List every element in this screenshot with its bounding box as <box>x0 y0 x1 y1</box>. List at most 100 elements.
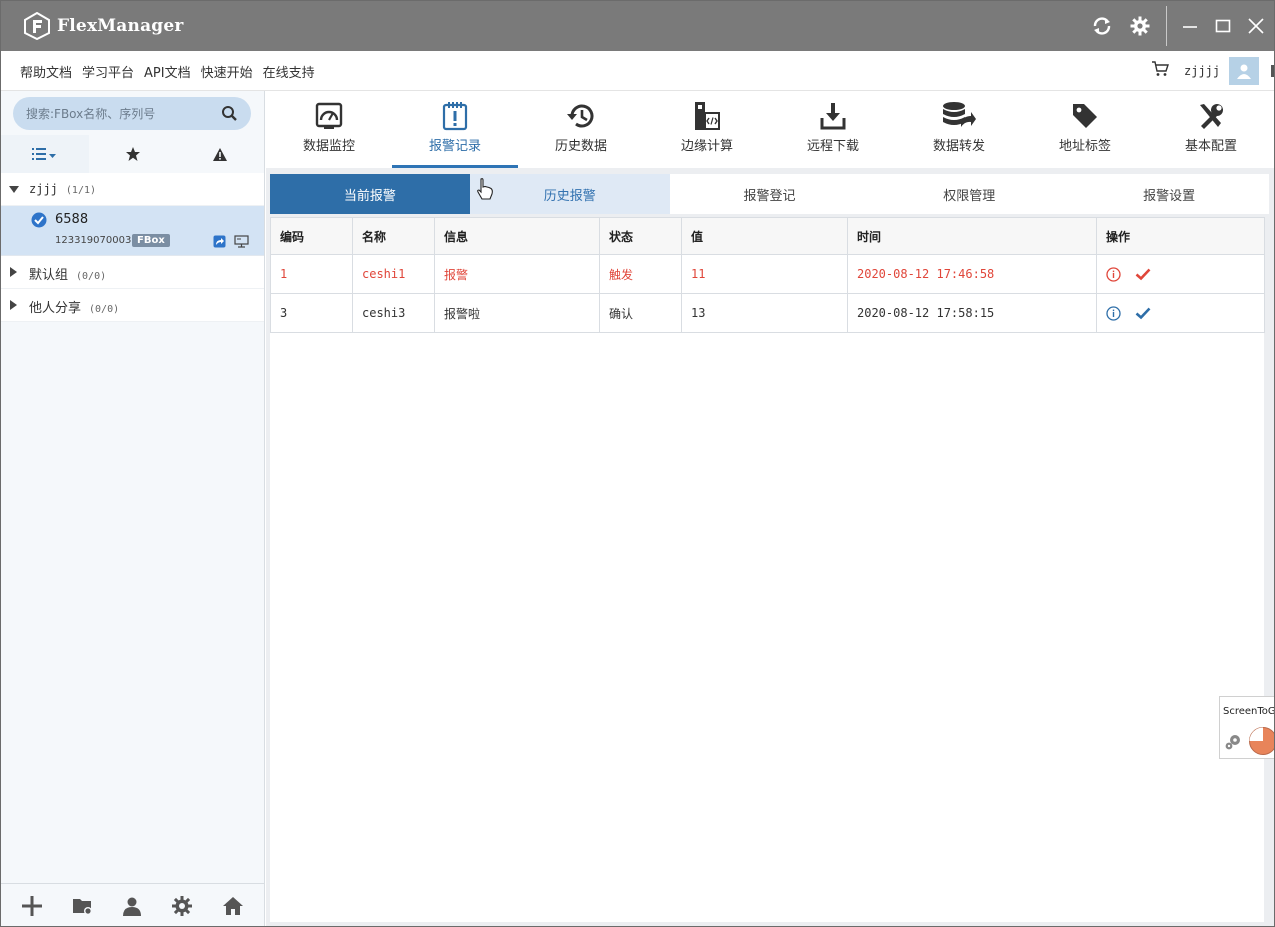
cell-value: 11 <box>681 254 848 294</box>
cell-value: 13 <box>681 293 848 333</box>
close-icon[interactable] <box>1244 14 1268 38</box>
list-icon <box>31 148 56 160</box>
device-item[interactable]: 6588 123319070003 FBox <box>1 206 264 256</box>
tab-history-alarms[interactable]: 历史报警 <box>469 174 670 214</box>
confirm-check-icon[interactable] <box>1135 306 1151 320</box>
link-help-docs[interactable]: 帮助文档 <box>20 62 72 81</box>
tool-label: 基本配置 <box>1184 139 1237 154</box>
share-icon[interactable] <box>213 235 226 248</box>
tree-group-shared[interactable]: 他人分享 (0/0) <box>1 289 264 322</box>
cell-status: 触发 <box>599 254 682 294</box>
settings-gear-icon[interactable] <box>1128 14 1152 38</box>
app-title: FlexManager <box>57 16 184 36</box>
cell-name: ceshi1 <box>352 254 435 294</box>
column-header: 名称 <box>352 217 435 255</box>
column-header: 操作 <box>1096 217 1265 255</box>
cell-actions <box>1096 254 1265 294</box>
feature-toolbar: 数据监控 报警记录 历史数据 边缘计算 远程下载 数据转发 地址标签 基本配置 <box>266 91 1274 168</box>
tools-wrench-icon <box>1200 104 1223 129</box>
flexmanager-logo-icon <box>24 12 50 40</box>
gear-icon[interactable] <box>1224 731 1244 751</box>
tab-alarms[interactable] <box>176 135 264 173</box>
search-icon[interactable] <box>221 105 238 122</box>
screentogif-widget[interactable]: ScreenToGi <box>1219 696 1274 759</box>
info-icon[interactable] <box>1106 266 1121 282</box>
alarm-table-area: 编码 名称 信息 状态 值 时间 操作 1 ceshi1 报警 触发 11 20… <box>270 217 1265 922</box>
title-bar: FlexManager <box>1 1 1274 51</box>
group-name: 他人分享 <box>29 301 82 316</box>
column-header: 值 <box>681 217 848 255</box>
tab-current-alarms[interactable]: 当前报警 <box>270 174 470 214</box>
search-input[interactable]: 搜索:FBox名称、序列号 <box>26 105 155 122</box>
cell-time: 2020-08-12 17:46:58 <box>847 254 1097 294</box>
sidebar-filter-tabs <box>1 135 264 173</box>
cell-name: ceshi3 <box>352 293 435 333</box>
group-name: 默认组 <box>29 268 69 283</box>
history-clock-icon <box>567 104 594 128</box>
tool-remote-download[interactable]: 远程下载 <box>770 91 896 168</box>
add-icon[interactable] <box>21 895 43 917</box>
remote-monitor-icon[interactable] <box>234 235 249 248</box>
minimize-icon[interactable] <box>1178 14 1202 38</box>
link-learning-platform[interactable]: 学习平台 <box>82 62 134 81</box>
cell-code: 3 <box>270 293 353 333</box>
device-type-badge: FBox <box>132 234 170 247</box>
tree-group-default[interactable]: 默认组 (0/0) <box>1 256 264 289</box>
cell-actions <box>1096 293 1265 333</box>
hand-cursor-icon <box>477 178 493 200</box>
cell-status: 确认 <box>599 293 682 333</box>
tool-address-tags[interactable]: 地址标签 <box>1022 91 1148 168</box>
tool-basic-config[interactable]: 基本配置 <box>1148 91 1274 168</box>
device-tree: zjjj (1/1) 6588 123319070003 FBox 默认组 (0/0… <box>1 173 264 322</box>
tab-favorites[interactable] <box>89 135 177 173</box>
refresh-icon[interactable] <box>1090 14 1114 38</box>
warning-icon <box>213 147 228 161</box>
confirm-check-icon[interactable] <box>1135 267 1151 281</box>
home-icon[interactable] <box>222 896 244 916</box>
table-row[interactable]: 3 ceshi3 报警啦 确认 13 2020-08-12 17:58:15 <box>270 293 1265 333</box>
link-online-support[interactable]: 在线支持 <box>263 62 315 81</box>
column-header: 编码 <box>270 217 353 255</box>
expand-arrow-icon[interactable] <box>9 186 19 193</box>
tab-permission-management[interactable]: 权限管理 <box>869 174 1070 214</box>
avatar[interactable] <box>1229 57 1259 85</box>
shopping-cart-icon[interactable] <box>1151 60 1171 78</box>
alarm-table: 编码 名称 信息 状态 值 时间 操作 1 ceshi1 报警 触发 11 20… <box>270 217 1265 333</box>
tool-label: 数据转发 <box>932 139 985 154</box>
link-api-docs[interactable]: API文档 <box>144 62 191 81</box>
tool-data-forwarding[interactable]: 数据转发 <box>896 91 1022 168</box>
tree-group-zjjj[interactable]: zjjj (1/1) <box>1 173 264 206</box>
device-name: 6588 <box>55 212 89 227</box>
folder-settings-icon[interactable] <box>72 896 94 916</box>
username[interactable]: zjjjj <box>1184 64 1220 78</box>
edge-code-icon <box>695 102 720 130</box>
table-row[interactable]: 1 ceshi1 报警 触发 11 2020-08-12 17:46:58 <box>270 254 1265 294</box>
tool-edge-computing[interactable]: 边缘计算 <box>644 91 770 168</box>
user-icon[interactable] <box>122 896 142 916</box>
search-box[interactable]: 搜索:FBox名称、序列号 <box>13 97 251 130</box>
tool-history-data[interactable]: 历史数据 <box>518 91 644 168</box>
recording-dial-icon <box>1249 727 1274 755</box>
tool-label: 地址标签 <box>1058 139 1111 154</box>
tool-label: 历史数据 <box>554 139 607 154</box>
link-quick-start[interactable]: 快速开始 <box>201 62 253 81</box>
group-label: 默认组 (0/0) <box>29 264 106 283</box>
menu-bar: 帮助文档 学习平台 API文档 快速开始 在线支持 zjjjj <box>1 51 1274 91</box>
settings-gear-icon[interactable] <box>171 895 193 917</box>
info-icon[interactable] <box>1106 305 1121 321</box>
expand-arrow-icon[interactable] <box>10 300 17 310</box>
titlebar-divider <box>1166 6 1167 46</box>
column-header: 时间 <box>847 217 1097 255</box>
sidebar: 搜索:FBox名称、序列号 zjjj (1/1) 6588 12331907000 <box>1 91 265 926</box>
maximize-icon[interactable] <box>1211 14 1235 38</box>
help-links: 帮助文档 学习平台 API文档 快速开始 在线支持 <box>20 62 315 81</box>
alarm-subtabs: 当前报警 历史报警 报警登记 权限管理 报警设置 <box>270 174 1269 214</box>
group-name: zjjj <box>29 182 58 196</box>
tab-alarm-registration[interactable]: 报警登记 <box>669 174 870 214</box>
tab-list-view[interactable] <box>1 135 89 173</box>
tab-alarm-settings[interactable]: 报警设置 <box>1069 174 1269 214</box>
cell-info: 报警啦 <box>434 293 600 333</box>
tool-alarm-records[interactable]: 报警记录 <box>392 91 518 168</box>
tool-data-monitor[interactable]: 数据监控 <box>266 91 392 168</box>
expand-arrow-icon[interactable] <box>10 267 17 277</box>
